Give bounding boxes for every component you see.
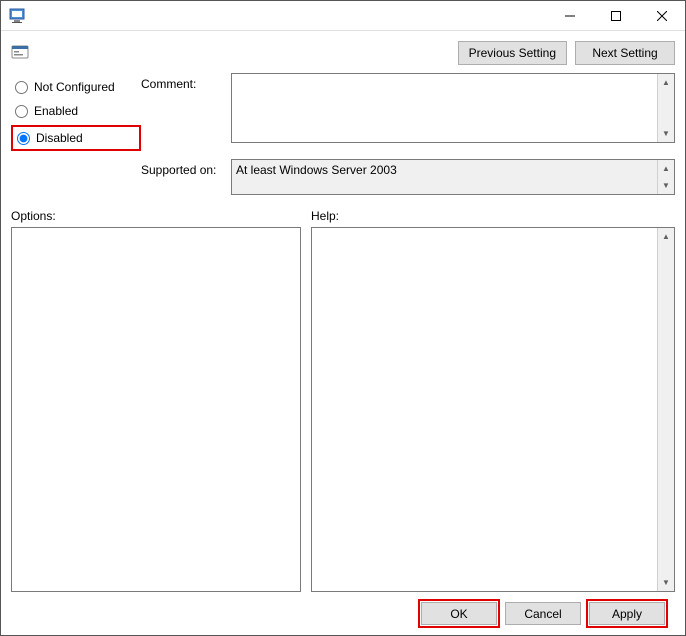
supported-field-wrap: [231, 159, 675, 195]
app-icon: [9, 8, 25, 24]
radio-enabled-input[interactable]: [15, 105, 28, 118]
toolbar: Previous Setting Next Setting: [1, 31, 685, 65]
radio-enabled-label: Enabled: [34, 104, 78, 118]
previous-setting-button[interactable]: Previous Setting: [458, 41, 567, 65]
titlebar: [1, 1, 685, 31]
cancel-button[interactable]: Cancel: [505, 602, 581, 625]
options-pane: [11, 227, 301, 592]
help-pane: [311, 227, 675, 592]
scroll-down-icon[interactable]: [658, 574, 674, 591]
comment-scrollbar[interactable]: [657, 74, 674, 142]
scroll-up-icon[interactable]: [658, 160, 674, 177]
options-content: [12, 228, 300, 591]
radio-disabled[interactable]: Disabled: [11, 125, 141, 151]
maximize-button[interactable]: [593, 1, 639, 31]
help-content: [312, 228, 657, 591]
dialog-footer: OK Cancel Apply: [11, 592, 675, 635]
comment-field-wrap: [231, 73, 675, 143]
ok-button[interactable]: OK: [421, 602, 497, 625]
comment-field[interactable]: [232, 74, 657, 142]
minimize-button[interactable]: [547, 1, 593, 31]
scroll-down-icon[interactable]: [658, 177, 674, 194]
radio-enabled[interactable]: Enabled: [11, 99, 141, 123]
help-scrollbar[interactable]: [657, 228, 674, 591]
radio-not-configured-input[interactable]: [15, 81, 28, 94]
supported-label: Supported on:: [141, 159, 231, 195]
scroll-up-icon[interactable]: [658, 228, 674, 245]
comment-label: Comment:: [141, 73, 231, 91]
scroll-up-icon[interactable]: [658, 74, 674, 91]
next-setting-button[interactable]: Next Setting: [575, 41, 675, 65]
apply-button[interactable]: Apply: [589, 602, 665, 625]
policy-icon: [11, 43, 29, 61]
help-label: Help:: [311, 209, 339, 223]
supported-scrollbar[interactable]: [657, 160, 674, 194]
options-label: Options:: [11, 209, 311, 223]
radio-disabled-label: Disabled: [36, 131, 83, 145]
state-radio-group: Not Configured Enabled Disabled: [11, 73, 141, 151]
scroll-down-icon[interactable]: [658, 125, 674, 142]
supported-field: [232, 160, 657, 194]
radio-not-configured-label: Not Configured: [34, 80, 115, 94]
close-button[interactable]: [639, 1, 685, 31]
radio-not-configured[interactable]: Not Configured: [11, 75, 141, 99]
radio-disabled-input[interactable]: [17, 132, 30, 145]
